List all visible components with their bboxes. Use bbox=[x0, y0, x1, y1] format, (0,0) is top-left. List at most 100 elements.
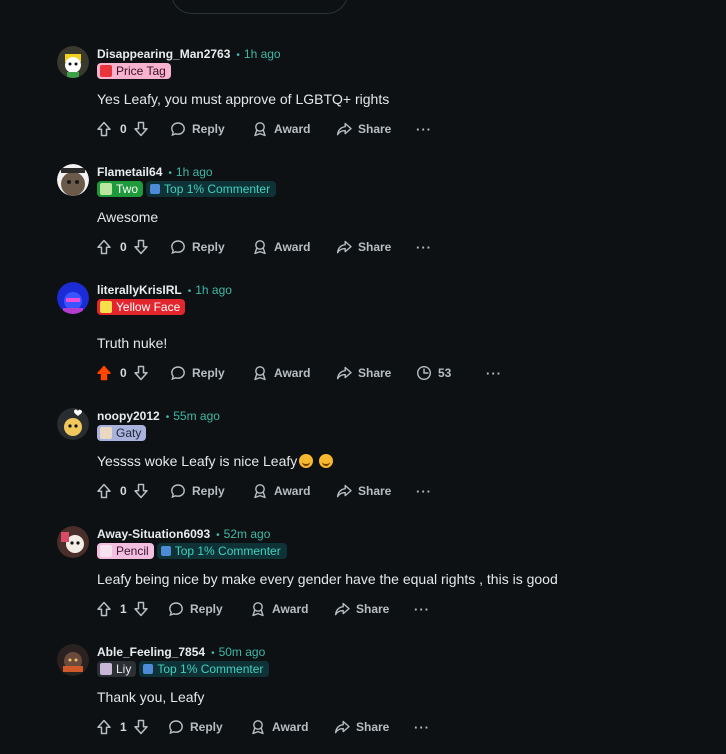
separator-dot: • bbox=[216, 530, 220, 541]
avatar[interactable] bbox=[57, 46, 89, 78]
username[interactable]: Away-Situation6093 bbox=[97, 527, 210, 541]
downvote-icon[interactable] bbox=[133, 239, 149, 255]
downvote-icon[interactable] bbox=[133, 365, 149, 381]
username[interactable]: Disappearing_Man2763 bbox=[97, 47, 230, 61]
user-flair-badge: Price Tag bbox=[97, 63, 171, 79]
award-button[interactable]: Award bbox=[252, 365, 336, 381]
share-icon bbox=[334, 601, 356, 617]
top-commenter-badge: Top 1% Commenter bbox=[156, 543, 287, 559]
vote-controls: 0 bbox=[96, 365, 170, 381]
vote-count: 0 bbox=[120, 240, 127, 254]
award-button[interactable]: Award bbox=[252, 239, 336, 255]
more-options-button[interactable]: ··· bbox=[416, 122, 432, 137]
user-flair-badge: Gaty bbox=[97, 425, 147, 441]
vote-controls: 0 bbox=[96, 121, 170, 137]
share-button[interactable]: Share bbox=[336, 239, 416, 255]
share-button[interactable]: Share bbox=[334, 719, 414, 735]
username[interactable]: Flametail64 bbox=[97, 165, 162, 179]
sort-dropdown-fragment[interactable] bbox=[171, 0, 348, 14]
timestamp[interactable]: 50m ago bbox=[219, 645, 266, 659]
clock-pie-icon bbox=[416, 365, 438, 381]
timestamp[interactable]: 1h ago bbox=[176, 165, 213, 179]
gaty-icon bbox=[100, 427, 112, 439]
user-flair-badge: Pencil bbox=[97, 543, 154, 559]
upvote-icon[interactable] bbox=[96, 121, 112, 137]
two-icon bbox=[100, 183, 112, 195]
award-button[interactable]: Award bbox=[250, 601, 334, 617]
comment-text: Yes Leafy, you must approve of LGBTQ+ ri… bbox=[97, 91, 390, 107]
timestamp[interactable]: 1h ago bbox=[244, 47, 281, 61]
upvote-icon[interactable] bbox=[96, 483, 112, 499]
vote-count: 0 bbox=[120, 484, 127, 498]
more-options-button[interactable]: ··· bbox=[416, 484, 432, 499]
smiling-emoji-icon bbox=[319, 454, 334, 468]
award-icon bbox=[250, 601, 272, 617]
timestamp[interactable]: 52m ago bbox=[224, 527, 271, 541]
award-button[interactable]: Award bbox=[252, 121, 336, 137]
user-flair-badge: Yellow Face bbox=[97, 299, 186, 315]
top-commenter-badge: Top 1% Commenter bbox=[146, 181, 277, 197]
more-options-button[interactable]: ··· bbox=[416, 240, 432, 255]
share-button[interactable]: Share bbox=[336, 365, 416, 381]
downvote-icon[interactable] bbox=[133, 121, 149, 137]
user-flair-badge: Liy bbox=[97, 661, 137, 677]
downvote-icon[interactable] bbox=[133, 483, 149, 499]
reply-icon bbox=[168, 601, 190, 617]
separator-dot: • bbox=[165, 412, 170, 423]
reply-button[interactable]: Reply bbox=[170, 483, 252, 499]
reply-button[interactable]: Reply bbox=[168, 601, 250, 617]
avatar[interactable] bbox=[57, 526, 89, 558]
separator-dot: • bbox=[211, 648, 215, 659]
upvote-icon[interactable] bbox=[96, 239, 112, 255]
share-button[interactable]: Share bbox=[336, 121, 416, 137]
timestamp[interactable]: 1h ago bbox=[195, 283, 232, 297]
reply-icon bbox=[168, 719, 190, 735]
reply-button[interactable]: Reply bbox=[170, 365, 252, 381]
share-button[interactable]: Share bbox=[336, 483, 416, 499]
top-commenter-icon bbox=[143, 664, 154, 674]
upvote-icon[interactable] bbox=[96, 365, 112, 381]
vote-controls: 1 bbox=[96, 719, 168, 735]
award-icon bbox=[250, 719, 272, 735]
vote-count: 1 bbox=[120, 720, 127, 734]
timestamp[interactable]: 55m ago bbox=[173, 409, 220, 423]
share-icon bbox=[334, 719, 356, 735]
comment-text: Awesome bbox=[97, 209, 159, 225]
reply-icon bbox=[170, 365, 192, 381]
insights-stat-button[interactable]: 53 bbox=[416, 365, 486, 381]
smiling-emoji-icon bbox=[299, 454, 314, 468]
reply-button[interactable]: Reply bbox=[170, 239, 252, 255]
award-icon bbox=[252, 239, 274, 255]
share-button[interactable]: Share bbox=[334, 601, 414, 617]
yellow-face-icon bbox=[100, 301, 112, 313]
reply-button[interactable]: Reply bbox=[170, 121, 252, 137]
downvote-icon[interactable] bbox=[133, 601, 149, 617]
award-button[interactable]: Award bbox=[250, 719, 334, 735]
more-options-button[interactable]: ··· bbox=[414, 720, 430, 735]
avatar[interactable] bbox=[57, 644, 89, 676]
price-tag-icon bbox=[100, 65, 112, 77]
reply-icon bbox=[170, 483, 192, 499]
username[interactable]: Able_Feeling_7854 bbox=[97, 645, 205, 659]
share-icon bbox=[336, 483, 358, 499]
avatar[interactable] bbox=[57, 282, 89, 314]
upvote-icon[interactable] bbox=[96, 601, 112, 617]
avatar[interactable] bbox=[57, 408, 89, 440]
award-button[interactable]: Award bbox=[252, 483, 336, 499]
vote-controls: 1 bbox=[96, 601, 168, 617]
reply-button[interactable]: Reply bbox=[168, 719, 250, 735]
downvote-icon[interactable] bbox=[133, 719, 149, 735]
separator-dot: • bbox=[187, 286, 192, 297]
more-options-button[interactable]: ··· bbox=[414, 602, 430, 617]
separator-dot: • bbox=[236, 50, 240, 61]
vote-count: 0 bbox=[120, 366, 127, 380]
upvote-icon[interactable] bbox=[96, 719, 112, 735]
comment-text: Yessss woke Leafy is nice Leafy bbox=[97, 452, 334, 470]
username[interactable]: literallyKrisIRL bbox=[97, 283, 182, 297]
user-flair-badge: Two bbox=[97, 181, 144, 197]
avatar[interactable] bbox=[57, 164, 89, 196]
more-options-button[interactable]: ··· bbox=[486, 366, 502, 381]
top-commenter-icon bbox=[160, 546, 171, 556]
username[interactable]: noopy2012 bbox=[97, 409, 160, 423]
reply-icon bbox=[170, 121, 192, 137]
